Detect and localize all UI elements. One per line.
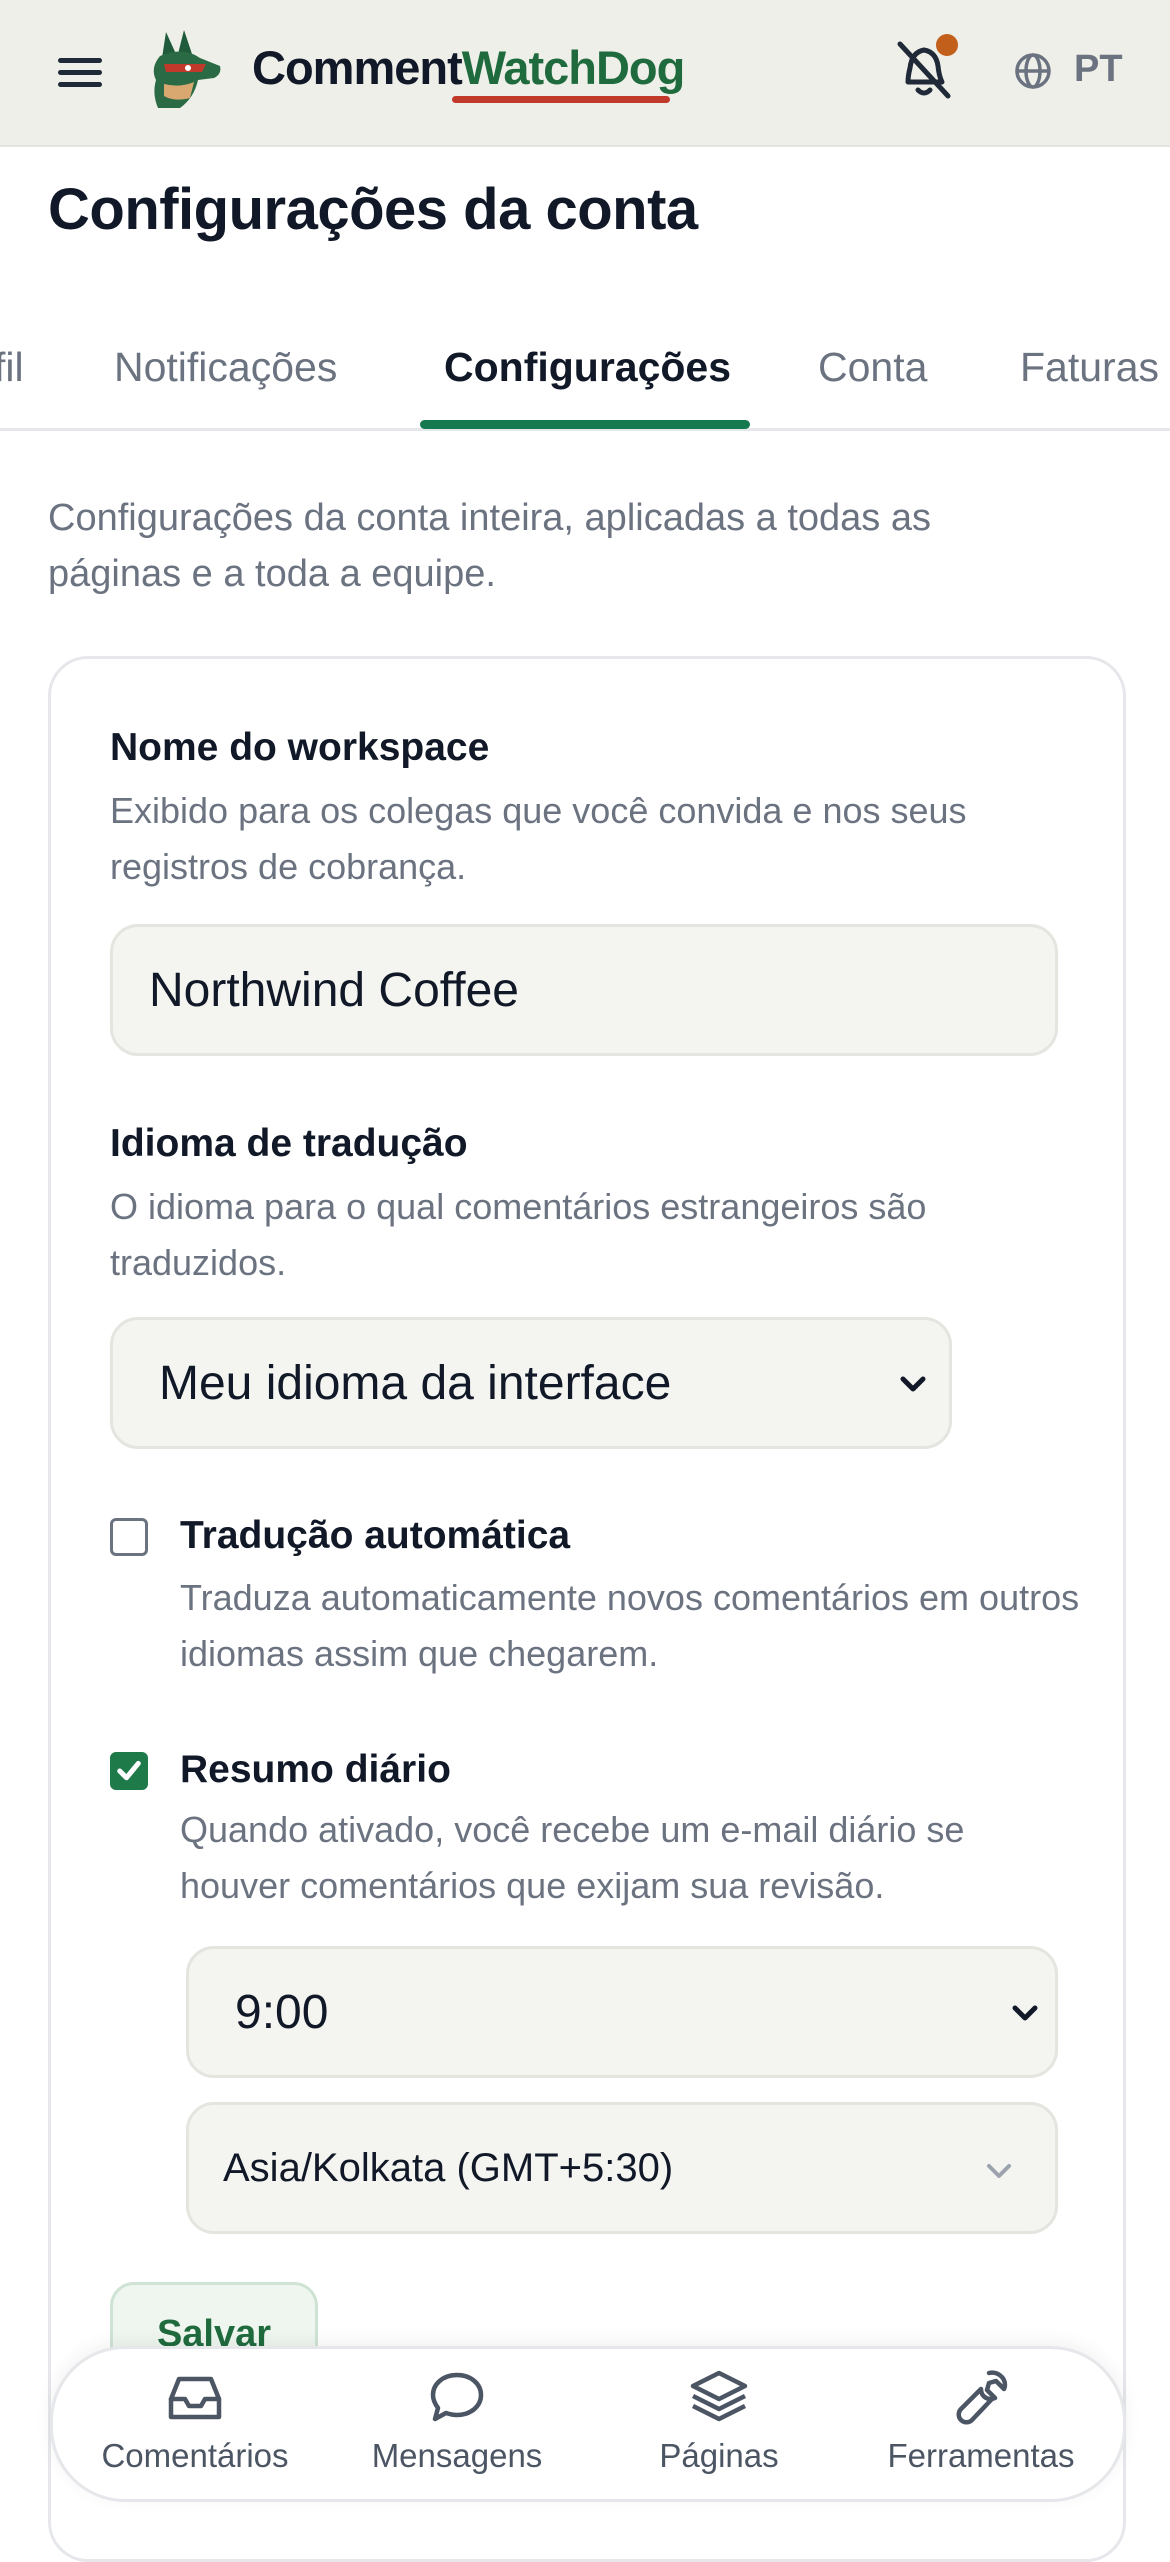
tab-faturas[interactable]: Faturas <box>1020 344 1159 391</box>
auto-translate-label: Tradução automática <box>180 1514 571 1557</box>
menu-icon[interactable] <box>58 58 102 88</box>
tab-perfil[interactable]: fil <box>0 344 24 391</box>
translation-language-select[interactable]: Meu idioma da interface <box>110 1317 952 1449</box>
tab-notificacoes[interactable]: Notificações <box>114 344 337 391</box>
active-tab-indicator <box>420 420 750 429</box>
workspace-name-input[interactable]: Northwind Coffee <box>110 924 1058 1056</box>
translation-language-label: Idioma de tradução <box>110 1122 468 1165</box>
wrench-icon <box>956 2370 1008 2425</box>
brand-underline <box>452 96 670 103</box>
nav-comentarios[interactable]: Comentários <box>75 2367 315 2475</box>
tab-conta[interactable]: Conta <box>818 344 927 391</box>
nav-label-ferramentas: Ferramentas <box>887 2437 1075 2474</box>
daily-summary-label: Resumo diário <box>180 1748 451 1791</box>
chevron-down-icon <box>1012 2005 1038 2021</box>
nav-paginas[interactable]: Páginas <box>599 2367 839 2475</box>
settings-tabs: fil Notificações Configurações Conta Fat… <box>0 330 1170 431</box>
chevron-down-icon <box>900 1376 926 1392</box>
daily-summary-time-select[interactable]: 9:00 <box>186 1946 1058 2078</box>
chevron-down-icon <box>987 2164 1011 2178</box>
app-header: CommentWatchDog PT <box>0 0 1170 147</box>
translation-language-help: O idioma para o qual comentários estrang… <box>110 1186 927 1283</box>
auto-translate-checkbox[interactable] <box>110 1518 148 1556</box>
workspace-help: Exibido para os colegas que você convida… <box>110 790 967 887</box>
workspace-label: Nome do workspace <box>110 726 490 769</box>
nav-ferramentas[interactable]: Ferramentas <box>861 2367 1101 2475</box>
translation-language-value: Meu idioma da interface <box>159 1356 672 1410</box>
inbox-icon <box>168 2376 222 2420</box>
chat-bubble-icon <box>430 2372 484 2422</box>
nav-label-comentarios: Comentários <box>101 2437 289 2474</box>
timezone-value: Asia/Kolkata (GMT+5:30) <box>223 2145 674 2190</box>
checkmark-icon <box>117 1760 141 1781</box>
brand-name[interactable]: CommentWatchDog <box>252 40 685 95</box>
page-title: Configurações da conta <box>48 177 698 242</box>
intro-text: Configurações da conta inteira, aplicada… <box>48 497 931 595</box>
bottom-navigation: Comentários Mensagens Páginas Ferramenta… <box>50 2346 1126 2502</box>
tab-configuracoes[interactable]: Configurações <box>444 344 731 391</box>
nav-label-mensagens: Mensagens <box>371 2437 543 2474</box>
globe-icon[interactable] <box>1014 52 1052 90</box>
timezone-select[interactable]: Asia/Kolkata (GMT+5:30) <box>186 2102 1058 2234</box>
time-value: 9:00 <box>235 1985 329 2039</box>
nav-label-paginas: Páginas <box>659 2437 779 2474</box>
notification-dot <box>936 34 958 56</box>
nav-mensagens[interactable]: Mensagens <box>337 2367 577 2475</box>
auto-translate-help: Traduza automaticamente novos comentário… <box>180 1577 1080 1674</box>
daily-summary-checkbox[interactable] <box>110 1752 148 1790</box>
watchdog-logo-icon <box>153 30 221 108</box>
language-selector[interactable]: PT <box>1074 48 1123 91</box>
daily-summary-help: Quando ativado, você recebe um e-mail di… <box>180 1809 965 1906</box>
layers-icon <box>690 2370 748 2422</box>
